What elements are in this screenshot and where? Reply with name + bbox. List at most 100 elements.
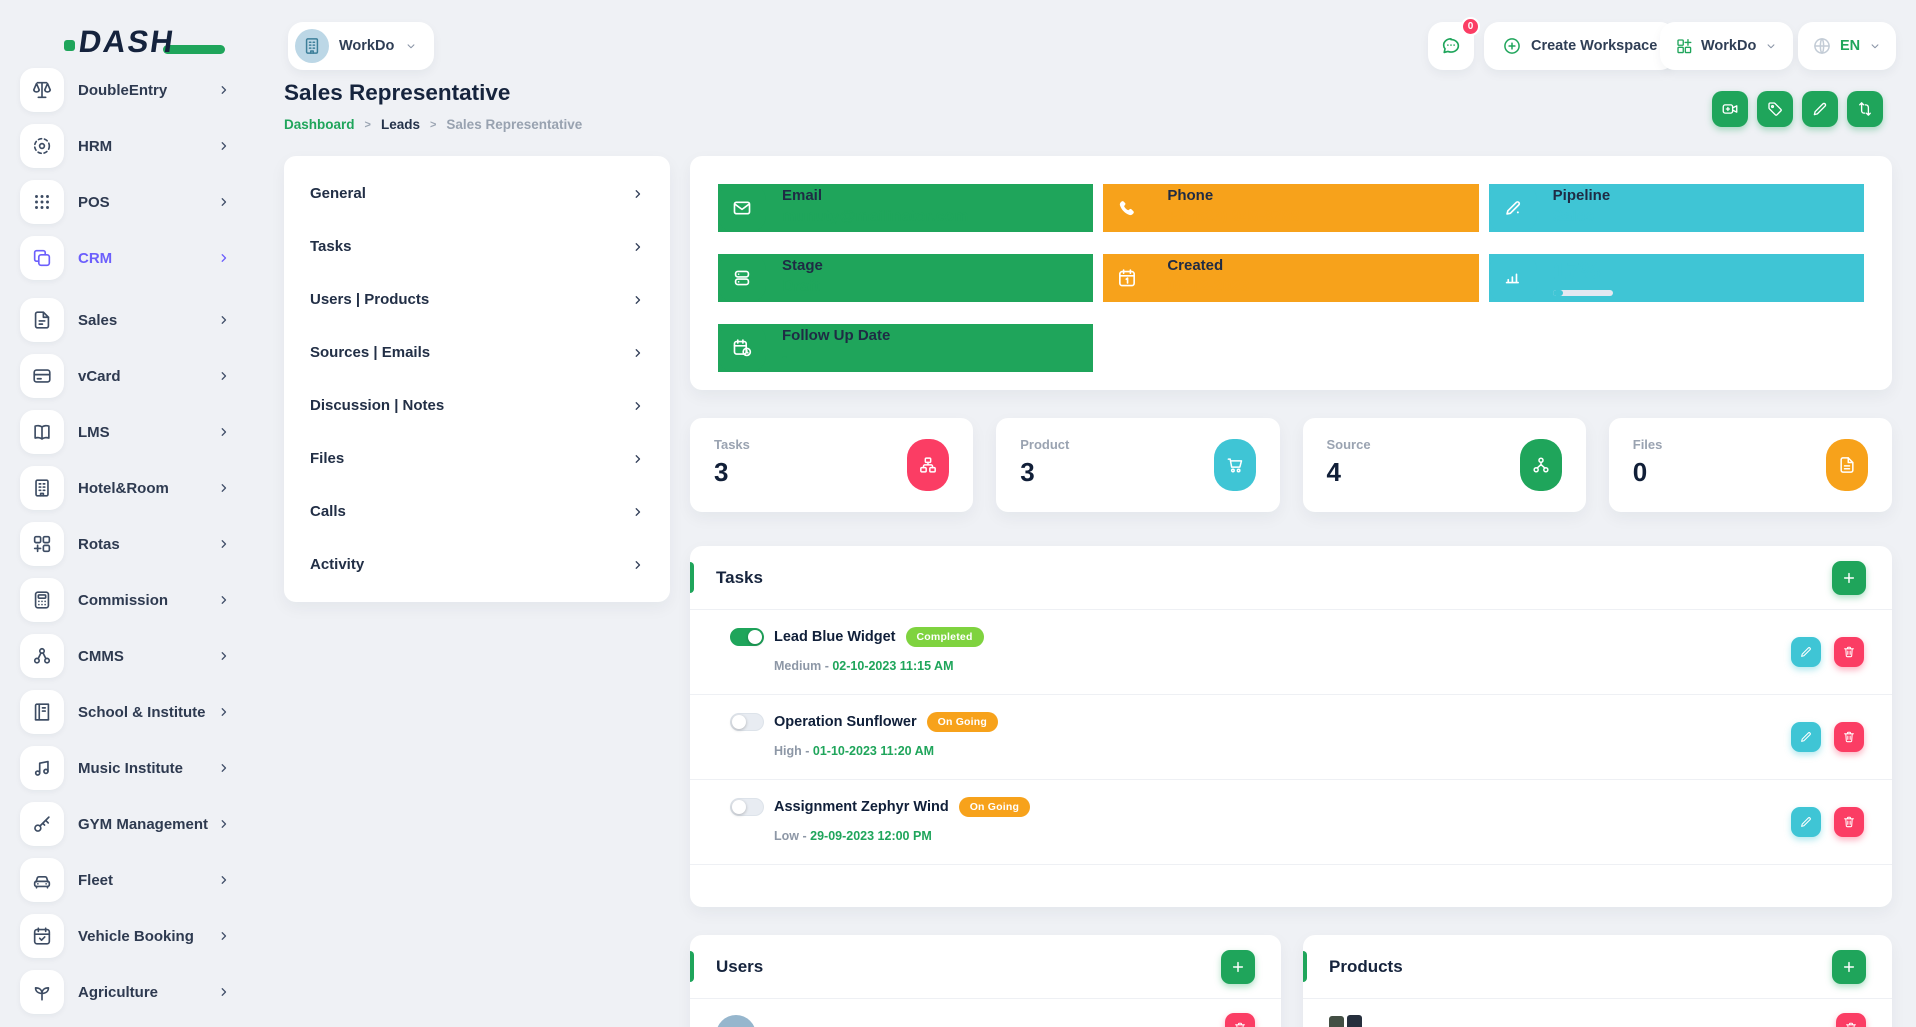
building-icon xyxy=(302,36,322,56)
labels-button[interactable] xyxy=(1757,91,1793,127)
chevron-right-icon xyxy=(218,482,230,494)
products-title: Products xyxy=(1329,957,1403,977)
chevron-down-icon xyxy=(1868,39,1882,53)
sidebar-item-school-institute[interactable]: School & Institute xyxy=(0,684,256,740)
menu-item-activity[interactable]: Activity xyxy=(284,538,670,591)
calculator-icon xyxy=(31,589,53,611)
tag-icon xyxy=(1766,100,1784,118)
chevron-down-icon xyxy=(404,39,418,53)
user-row xyxy=(690,999,1281,1027)
sidebar-item-vcard[interactable]: vCard xyxy=(0,348,256,404)
sidebar-item-label: Sales xyxy=(78,312,117,329)
info-field-phone: Phone +1 (623) 948-8788 xyxy=(1103,184,1478,232)
workspace-switcher[interactable]: WorkDo xyxy=(288,22,434,70)
sidebar-item-fleet[interactable]: Fleet xyxy=(0,852,256,908)
delete-task-button[interactable] xyxy=(1834,722,1864,752)
users-card: Users xyxy=(690,935,1281,1027)
calendar-icon xyxy=(1116,267,1138,289)
menu-item-tasks[interactable]: Tasks xyxy=(284,220,670,273)
sidebar-item-commission[interactable]: Commission xyxy=(0,572,256,628)
sidebar-item-crm[interactable]: CRM xyxy=(0,230,256,286)
meeting-button[interactable] xyxy=(1712,91,1748,127)
sidebar-item-label: Music Institute xyxy=(78,760,183,777)
delete-task-button[interactable] xyxy=(1834,637,1864,667)
chevron-right-icon xyxy=(632,188,644,200)
language-dropdown[interactable]: EN xyxy=(1798,22,1896,70)
remove-product-button[interactable] xyxy=(1836,1013,1866,1027)
sidebar-item-lms[interactable]: LMS xyxy=(0,404,256,460)
sidebar-item-hrm[interactable]: HRM xyxy=(0,118,256,174)
info-field-label: Phone xyxy=(1167,187,1299,204)
menu-item-files[interactable]: Files xyxy=(284,432,670,485)
sidebar-item-agriculture[interactable]: Agriculture xyxy=(0,964,256,1020)
grid-dots-icon xyxy=(31,191,53,213)
sidebar: DoubleEntry HRM POS CRM Sales vCard LMS … xyxy=(0,62,256,1020)
chevron-right-icon xyxy=(218,986,230,998)
breadcrumb-separator xyxy=(365,119,371,131)
progress-bar xyxy=(1553,290,1613,296)
edit-task-button[interactable] xyxy=(1791,722,1821,752)
sidebar-item-vehicle-booking[interactable]: Vehicle Booking xyxy=(0,908,256,964)
add-task-button[interactable] xyxy=(1832,561,1866,595)
workspace-dropdown[interactable]: WorkDo xyxy=(1660,22,1793,70)
lead-progress: 17% xyxy=(1489,254,1864,302)
task-complete-toggle[interactable] xyxy=(730,628,764,646)
task-name: Operation Sunflower xyxy=(774,714,917,730)
product-row xyxy=(1303,999,1892,1027)
menu-item-general[interactable]: General xyxy=(284,167,670,220)
target-icon xyxy=(31,135,53,157)
create-workspace-label: Create Workspace xyxy=(1531,38,1657,54)
edit-lead-button[interactable] xyxy=(1802,91,1838,127)
cart-icon xyxy=(1225,455,1245,475)
sidebar-item-doubleentry[interactable]: DoubleEntry xyxy=(0,62,256,118)
users-header: Users xyxy=(690,935,1281,999)
edit-task-button[interactable] xyxy=(1791,637,1821,667)
task-name: Assignment Zephyr Wind xyxy=(774,799,949,815)
breadcrumb-leads-link[interactable]: Leads xyxy=(381,117,420,132)
delete-task-button[interactable] xyxy=(1834,807,1864,837)
chevron-right-icon xyxy=(632,453,644,465)
trash-icon xyxy=(1842,730,1856,744)
create-workspace-button[interactable]: Create Workspace xyxy=(1484,22,1675,70)
sidebar-item-label: Agriculture xyxy=(78,984,158,1001)
breadcrumb-dashboard-link[interactable]: Dashboard xyxy=(284,117,355,132)
info-field-label: Stage xyxy=(782,257,823,274)
add-user-button[interactable] xyxy=(1221,950,1255,984)
edit-task-button[interactable] xyxy=(1791,807,1821,837)
sidebar-item-cmms[interactable]: CMMS xyxy=(0,628,256,684)
remove-user-button[interactable] xyxy=(1225,1013,1255,1027)
info-field-label: Pipeline xyxy=(1553,187,1611,204)
breadcrumb: Dashboard Leads Sales Representative xyxy=(284,117,582,132)
dash-logo[interactable]: DASH xyxy=(64,24,175,60)
envelope-icon xyxy=(731,197,753,219)
sidebar-item-music-institute[interactable]: Music Institute xyxy=(0,740,256,796)
menu-item-users-products[interactable]: Users | Products xyxy=(284,273,670,326)
chevron-right-icon xyxy=(218,762,230,774)
info-field-value: - xyxy=(782,348,890,366)
sidebar-item-hotel-room[interactable]: Hotel&Room xyxy=(0,460,256,516)
menu-item-calls[interactable]: Calls xyxy=(284,485,670,538)
menu-item-discussion-notes[interactable]: Discussion | Notes xyxy=(284,379,670,432)
menu-item-sources-emails[interactable]: Sources | Emails xyxy=(284,326,670,379)
task-complete-toggle[interactable] xyxy=(730,798,764,816)
sidebar-item-pos[interactable]: POS xyxy=(0,174,256,230)
chart-icon xyxy=(1502,267,1524,289)
chevron-right-icon xyxy=(218,84,230,96)
task-complete-toggle[interactable] xyxy=(730,713,764,731)
lead-info-card: Email munuty@mailinator.com Phone +1 (62… xyxy=(690,156,1892,390)
logo-accent-dot xyxy=(64,40,75,51)
info-field-label: Email xyxy=(782,187,968,204)
sidebar-item-label: Commission xyxy=(78,592,168,609)
stat-card-files: Files 0 xyxy=(1609,418,1892,512)
add-product-button[interactable] xyxy=(1832,950,1866,984)
convert-lead-button[interactable] xyxy=(1847,91,1883,127)
sidebar-item-sales[interactable]: Sales xyxy=(0,292,256,348)
sidebar-item-gym-management[interactable]: GYM Management xyxy=(0,796,256,852)
task-row-lead-blue-widget: Lead Blue Widget Completed Medium - 02-1… xyxy=(690,610,1892,695)
sidebar-item-rotas[interactable]: Rotas xyxy=(0,516,256,572)
chevron-right-icon xyxy=(218,252,230,264)
user-avatar xyxy=(716,1015,756,1027)
messages-button[interactable]: 0 xyxy=(1428,22,1474,70)
music-icon xyxy=(31,757,53,779)
info-field-label: Follow Up Date xyxy=(782,327,890,344)
